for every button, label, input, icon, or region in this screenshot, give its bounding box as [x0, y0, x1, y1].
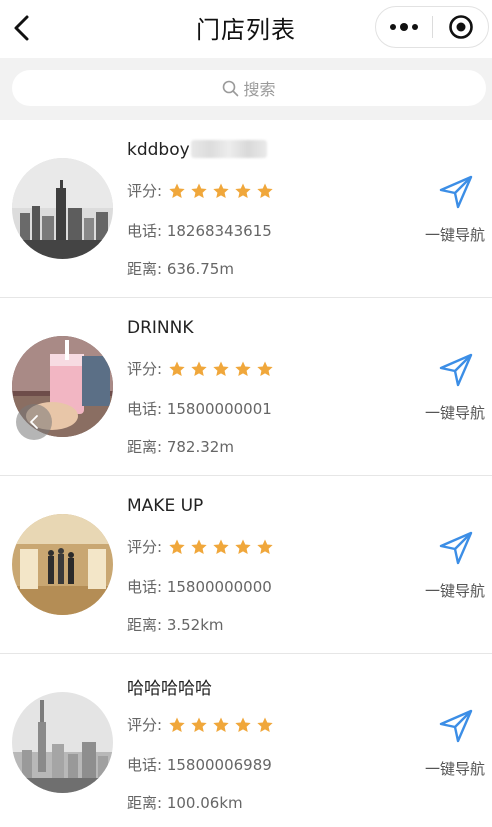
navigation-arrow-icon	[439, 531, 473, 565]
store-list-item[interactable]: MAKE UP 评分: 电话: 15800000000 距离: 3.52km 一…	[0, 476, 492, 654]
distance-label: 距离:	[127, 260, 167, 278]
star-icon	[257, 717, 273, 732]
floating-back-button[interactable]	[16, 404, 52, 440]
distance-value: 782.32m	[166, 438, 234, 456]
distance-value: 100.06km	[166, 794, 243, 812]
store-distance: 距离: 636.75m	[127, 258, 234, 279]
navigate-button[interactable]: 一键导航	[420, 168, 490, 248]
store-name: 哈哈哈哈哈	[127, 679, 212, 699]
phone-label: 电话:	[127, 222, 167, 240]
phone-number: 18268343615	[166, 222, 272, 240]
star-icon	[191, 183, 207, 198]
search-input[interactable]: 搜索	[12, 70, 486, 106]
distance-label: 距离:	[127, 438, 167, 456]
distance-label: 距离:	[127, 794, 167, 812]
search-bar-container: 搜索	[0, 58, 492, 120]
phone-label: 电话:	[127, 756, 167, 774]
navigate-label: 一键导航	[424, 226, 485, 244]
store-list-item[interactable]: kddboy 评分: 电话: 18268343615 距离: 636.75m 一…	[0, 120, 492, 298]
navigate-button[interactable]: 一键导航	[420, 524, 490, 604]
navigation-arrow-icon	[439, 709, 473, 743]
store-name: MAKE UP	[127, 496, 204, 516]
star-icon	[213, 183, 229, 198]
store-distance: 距离: 100.06km	[127, 792, 243, 813]
close-button[interactable]	[433, 7, 488, 47]
store-name: DRINNK	[127, 318, 194, 338]
navigate-label: 一键导航	[424, 404, 485, 422]
store-list-item[interactable]: 哈哈哈哈哈 评分: 电话: 15800006989 距离: 100.06km 一…	[0, 654, 492, 827]
store-distance: 距离: 782.32m	[127, 436, 234, 457]
store-rating: 评分:	[127, 180, 278, 201]
store-image	[12, 158, 113, 259]
navigation-arrow-icon	[439, 353, 473, 387]
star-rating	[168, 360, 278, 378]
store-rating: 评分:	[127, 536, 278, 557]
distance-value: 636.75m	[166, 260, 234, 278]
star-icon	[191, 717, 207, 732]
more-dot-icon	[400, 23, 408, 31]
top-bar: 门店列表	[0, 0, 492, 58]
more-dot-icon	[412, 24, 418, 30]
star-rating	[168, 538, 278, 556]
rating-label: 评分:	[127, 538, 163, 556]
distance-value: 3.52km	[166, 616, 224, 634]
store-phone[interactable]: 电话: 15800000000	[127, 576, 272, 597]
store-phone[interactable]: 电话: 18268343615	[127, 220, 272, 241]
store-rating: 评分:	[127, 358, 278, 379]
phone-number: 15800000000	[166, 578, 272, 596]
store-phone[interactable]: 电话: 15800006989	[127, 754, 272, 775]
store-image	[12, 514, 113, 615]
star-icon	[169, 539, 185, 554]
star-icon	[169, 361, 185, 376]
rating-label: 评分:	[127, 360, 163, 378]
star-rating	[168, 716, 278, 734]
distance-label: 距离:	[127, 616, 167, 634]
store-image	[12, 692, 113, 793]
star-icon	[235, 361, 251, 376]
star-icon	[235, 183, 251, 198]
search-icon	[223, 80, 239, 96]
store-phone[interactable]: 电话: 15800000001	[127, 398, 272, 419]
star-icon	[257, 361, 273, 376]
phone-number: 15800000001	[166, 400, 272, 418]
more-button[interactable]	[376, 7, 432, 47]
rating-label: 评分:	[127, 182, 163, 200]
star-icon	[213, 539, 229, 554]
star-icon	[191, 361, 207, 376]
target-icon	[448, 15, 473, 39]
mini-program-capsule	[375, 6, 489, 48]
navigate-label: 一键导航	[424, 582, 485, 600]
star-icon	[213, 361, 229, 376]
phone-label: 电话:	[127, 400, 167, 418]
star-icon	[169, 717, 185, 732]
star-rating	[168, 182, 278, 200]
star-icon	[257, 539, 273, 554]
star-icon	[235, 717, 251, 732]
star-icon	[169, 183, 185, 198]
redacted-text	[190, 140, 267, 158]
star-icon	[213, 717, 229, 732]
navigate-label: 一键导航	[424, 760, 485, 778]
phone-label: 电话:	[127, 578, 167, 596]
star-icon	[235, 539, 251, 554]
store-distance: 距离: 3.52km	[127, 614, 224, 635]
store-list-item[interactable]: DRINNK 评分: 电话: 15800000001 距离: 782.32m 一…	[0, 298, 492, 476]
store-list: kddboy 评分: 电话: 18268343615 距离: 636.75m 一…	[0, 120, 492, 827]
store-rating: 评分:	[127, 714, 278, 735]
star-icon	[257, 183, 273, 198]
chevron-left-icon	[30, 415, 38, 429]
navigation-arrow-icon	[439, 175, 473, 209]
search-placeholder: 搜索	[243, 80, 276, 99]
navigate-button[interactable]: 一键导航	[420, 702, 490, 782]
store-name: kddboy	[127, 140, 267, 160]
phone-number: 15800006989	[166, 756, 272, 774]
star-icon	[191, 539, 207, 554]
navigate-button[interactable]: 一键导航	[420, 346, 490, 426]
more-dot-icon	[390, 24, 396, 30]
rating-label: 评分:	[127, 716, 163, 734]
